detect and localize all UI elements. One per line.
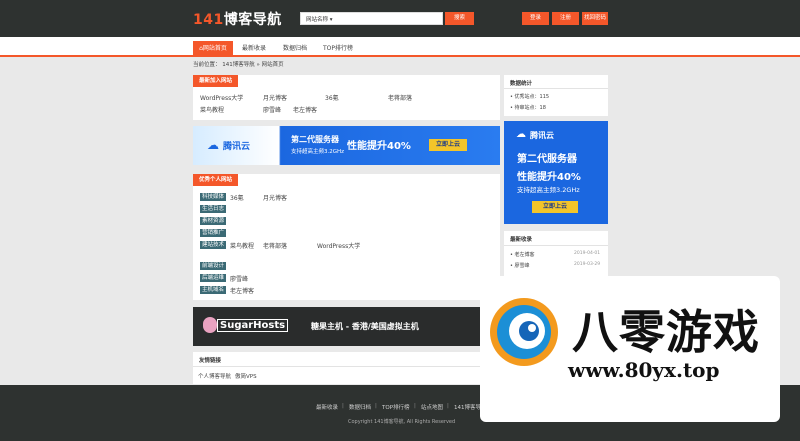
site-link[interactable]: 月光博客: [263, 193, 287, 202]
site-link[interactable]: 老左博客: [230, 286, 254, 295]
stat-pending: • 待审站点：18: [510, 105, 546, 111]
banner-brand: 腾讯云: [223, 142, 251, 152]
latest-sites-title: 最新加入网站: [193, 75, 239, 87]
site-link[interactable]: WordPress大学: [317, 241, 360, 250]
breadcrumb: 当前位置： 141博客导航 » 网站首页: [193, 62, 284, 68]
site-link[interactable]: 月光博客: [263, 93, 287, 102]
friend-link[interactable]: 个人博客导航: [198, 372, 231, 380]
site-logo[interactable]: 141博客导航: [193, 9, 282, 29]
site-header: 141博客导航 网站名称 ▾ 搜索 登录 注册 找回密码: [0, 0, 800, 37]
nav-archive[interactable]: 数据归档: [278, 41, 312, 57]
register-button[interactable]: 注册: [552, 12, 579, 25]
category-tag[interactable]: 主机域名: [200, 286, 227, 294]
site-link[interactable]: 菜鸟教程: [230, 241, 254, 250]
category-tag[interactable]: 科技媒体: [200, 193, 227, 201]
friend-links-panel: 友情链接 个人博客导航 傲简VPS: [193, 352, 500, 384]
friend-link[interactable]: 傲简VPS: [235, 372, 257, 380]
friend-links-title: 友情链接: [199, 358, 222, 364]
watermark-logo-icon: [490, 298, 558, 366]
cloud-icon: ☁: [207, 138, 219, 152]
logo-text: 博客导航: [223, 12, 282, 28]
site-link[interactable]: 36氪: [230, 193, 244, 202]
banner-headline: 第二代服务器: [291, 135, 339, 144]
sugarhosts-banner[interactable]: SugarHosts 糖果主机 - 香港/美国虚拟主机: [193, 307, 500, 346]
stats-panel: 数据统计 • 优秀站点：115 • 待审站点：18: [504, 75, 608, 116]
tencent-cloud-side-banner[interactable]: ☁ 腾讯云 第二代服务器 性能提升40% 支持超高主频3.2GHz 立即上云: [504, 121, 608, 224]
search-input[interactable]: 网站名称 ▾: [300, 12, 443, 25]
tencent-cloud-banner[interactable]: ☁ 腾讯云 第二代服务器 支持超高主频3.2GHz 性能提升40% 立即上云: [193, 126, 500, 165]
category-tag[interactable]: 建站技术: [200, 241, 227, 249]
category-tag[interactable]: 后端运维: [200, 274, 227, 282]
side-banner-cta[interactable]: 立即上云: [532, 201, 578, 213]
quality-sites-panel: 优秀个人网站 科技媒体 36氪 月光博客 生活日志 素材资源 营销推广 建站技术…: [193, 174, 500, 300]
banner-cta[interactable]: 立即上云: [429, 139, 467, 151]
main-nav: ⌂网站首页 最新收录 数据归档 TOP排行榜: [0, 37, 800, 57]
nav-home[interactable]: ⌂网站首页: [193, 41, 233, 57]
stat-approved: • 优秀站点：115: [510, 94, 550, 100]
logo-number: 141: [193, 12, 224, 28]
category-tag[interactable]: 营销推广: [200, 229, 227, 237]
recent-title: 最新收录: [510, 237, 533, 243]
sugar-brand: SugarHosts: [217, 319, 289, 332]
forgot-password-button[interactable]: 找回密码: [582, 12, 608, 25]
quality-sites-title: 优秀个人网站: [193, 174, 239, 186]
site-link[interactable]: WordPress大学: [200, 93, 243, 102]
latest-sites-panel: 最新加入网站 WordPress大学 月光博客 36氪 老蒋部落 菜鸟教程 廖雪…: [193, 75, 500, 120]
site-link[interactable]: 廖雪峰: [263, 105, 281, 114]
footer-link[interactable]: 站点地图: [421, 403, 443, 411]
cloud-icon: ☁: [516, 129, 526, 140]
watermark-url: www.80yx.top: [568, 358, 720, 382]
nav-latest[interactable]: 最新收录: [237, 41, 271, 57]
banner-perf: 性能提升40%: [347, 141, 411, 152]
site-link[interactable]: 老蒋部落: [263, 241, 287, 250]
site-link[interactable]: 老蒋部落: [388, 93, 412, 102]
stats-title: 数据统计: [510, 81, 533, 87]
mascot-icon: [203, 317, 217, 333]
watermark-title: 八零游戏: [572, 305, 760, 359]
footer-link[interactable]: 数据归档: [349, 403, 371, 411]
site-link[interactable]: 老左博客: [293, 105, 317, 114]
sugar-text: 糖果主机 - 香港/美国虚拟主机: [311, 322, 419, 331]
site-link[interactable]: 菜鸟教程: [200, 105, 224, 114]
category-tag[interactable]: 素材资源: [200, 217, 227, 225]
banner-sub: 支持超高主频3.2GHz: [291, 149, 345, 155]
site-link[interactable]: 廖雪峰: [230, 274, 248, 283]
footer-link[interactable]: TOP排行榜: [382, 403, 410, 411]
recent-date: 2019-03-29: [574, 262, 601, 267]
recent-date: 2019-04-01: [574, 251, 601, 256]
site-link[interactable]: 36氪: [325, 93, 339, 102]
side-banner-brand: 腾讯云: [530, 131, 554, 140]
side-banner-headline: 第二代服务器: [517, 154, 577, 165]
category-tag[interactable]: 生活日志: [200, 205, 227, 213]
recent-panel: 最新收录 • 老左博客 2019-04-01 • 廖雪峰 2019-03-29: [504, 231, 608, 276]
side-banner-sub: 支持超高主频3.2GHz: [517, 186, 580, 194]
footer-link[interactable]: 最新收录: [316, 403, 338, 411]
side-banner-perf: 性能提升40%: [517, 172, 581, 183]
search-type-select[interactable]: 网站名称 ▾: [306, 15, 333, 23]
recent-item[interactable]: • 廖雪峰: [510, 262, 530, 269]
login-button[interactable]: 登录: [522, 12, 549, 25]
search-button[interactable]: 搜索: [445, 12, 474, 25]
category-tag[interactable]: 前端设计: [200, 262, 227, 270]
nav-top[interactable]: TOP排行榜: [318, 41, 358, 57]
watermark-overlay: 八零游戏 www.80yx.top: [480, 276, 780, 422]
copyright: Copyright 141博客导航, All Rights Reserved: [348, 419, 456, 425]
recent-item[interactable]: • 老左博客: [510, 251, 535, 258]
